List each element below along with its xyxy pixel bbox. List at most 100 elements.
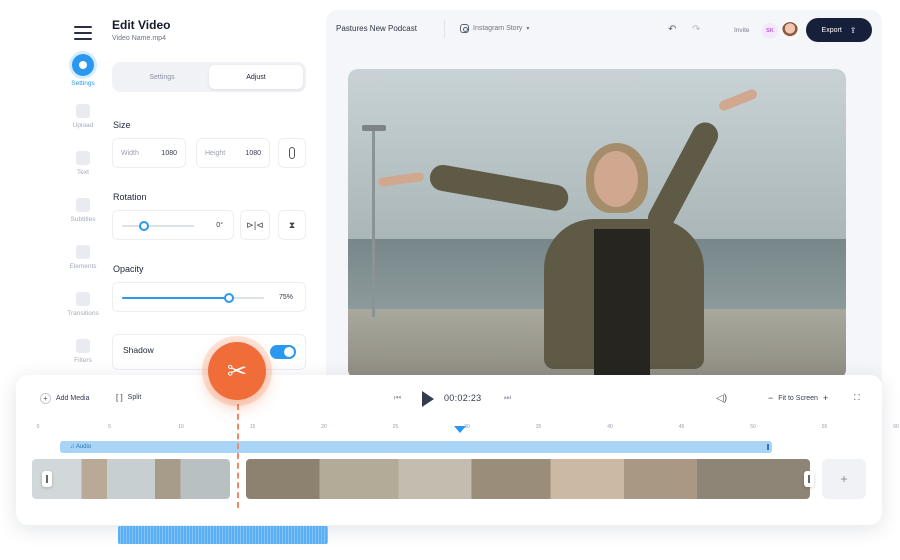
avatar[interactable] <box>781 21 799 39</box>
video-clip[interactable] <box>32 459 230 499</box>
width-value: 1080 <box>161 149 177 157</box>
play-icon[interactable] <box>422 391 434 407</box>
export-label: Export <box>821 26 842 34</box>
filters-icon <box>76 339 90 353</box>
rail-item-upload[interactable]: Upload <box>62 104 104 129</box>
timeline-ruler[interactable]: 0 5 10 15 20 25 30 35 40 45 50 55 60 <box>16 424 899 436</box>
subtitles-icon <box>76 198 90 212</box>
video-preview[interactable] <box>348 69 846 379</box>
audio-track-handle[interactable] <box>767 444 769 450</box>
video-track <box>32 459 814 499</box>
add-clip-button[interactable]: + <box>822 459 866 499</box>
audio-track[interactable]: ♫ Audio <box>60 441 772 453</box>
rail-item-filters[interactable]: Filters <box>62 339 104 364</box>
rail-item-text[interactable]: Text <box>62 151 104 176</box>
rail-item-settings[interactable]: Settings <box>62 54 104 87</box>
zoom-out-icon[interactable]: − <box>768 393 773 403</box>
format-dropdown[interactable]: Instagram Story ▾ <box>460 24 529 33</box>
ruler-tick: 50 <box>750 424 756 430</box>
rail-label: Text <box>77 169 89 176</box>
edit-panel: Edit Video Video Name.mp4 Settings Adjus… <box>112 18 312 388</box>
ruler-tick: 60 <box>893 424 899 430</box>
ruler-tick: 45 <box>678 424 685 430</box>
fullscreen-icon[interactable]: ⛶ <box>854 393 860 403</box>
menu-icon[interactable] <box>74 26 92 40</box>
shadow-toggle[interactable] <box>270 345 296 359</box>
rotation-slider[interactable] <box>122 221 194 231</box>
split-label: Split <box>127 394 142 401</box>
playhead[interactable] <box>454 426 466 433</box>
opacity-slider[interactable] <box>122 293 264 303</box>
photo-lamp-head <box>362 125 386 131</box>
zoom-in-icon[interactable]: + <box>823 393 828 403</box>
upload-icon <box>76 104 90 118</box>
ruler-tick: 5 <box>108 424 111 430</box>
rail-label: Upload <box>72 122 94 129</box>
photo-hand-right <box>717 87 759 113</box>
volume-icon[interactable]: ◁) <box>716 393 727 404</box>
skip-forward-icon[interactable]: ⏭ <box>504 393 511 403</box>
opacity-title: Opacity <box>113 264 144 274</box>
audio-label: ♫ Audio <box>70 444 92 450</box>
photo-shirt <box>594 229 650 379</box>
instagram-icon <box>460 24 469 33</box>
ruler-tick: 55 <box>821 424 828 430</box>
settings-icon <box>72 54 94 76</box>
rail-label: Subtitles <box>70 216 96 223</box>
flip-vertical-icon: ⧗ <box>288 219 296 230</box>
opacity-value: 75% <box>278 293 293 301</box>
tab-settings[interactable]: Settings <box>115 65 209 89</box>
project-name[interactable]: Pastures New Podcast <box>336 24 417 33</box>
width-field[interactable]: Width 1080 <box>112 138 186 168</box>
ruler-tick: 15 <box>249 424 256 430</box>
scissors-icon[interactable]: ✂ <box>208 342 266 400</box>
audio-waveform <box>118 526 328 544</box>
height-value: 1080 <box>245 149 261 157</box>
photo-face <box>594 151 638 207</box>
height-field[interactable]: Height 1080 <box>196 138 270 168</box>
cut-line <box>237 404 239 508</box>
redo-icon[interactable]: ↷ <box>692 24 700 35</box>
format-label: Instagram Story <box>473 25 523 32</box>
preview-area: Pastures New Podcast Instagram Story ▾ ↶… <box>326 10 882 390</box>
opacity-slider-knob[interactable] <box>223 293 234 303</box>
rail-item-elements[interactable]: Elements <box>62 245 104 270</box>
ruler-tick: 25 <box>392 424 399 430</box>
undo-icon[interactable]: ↶ <box>668 24 676 35</box>
flip-horizontal-button[interactable]: ⊳|⊲ <box>240 210 270 240</box>
video-clip[interactable] <box>246 459 810 499</box>
flip-horizontal-icon: ⊳|⊲ <box>246 219 264 230</box>
split-button[interactable]: [ ] Split <box>116 393 141 402</box>
rail-label: Filters <box>74 357 92 364</box>
lock-ratio-button[interactable] <box>278 138 306 168</box>
panel-title: Edit Video <box>112 18 171 32</box>
panel-tabs: Settings Adjust <box>112 62 306 92</box>
photo-arm-left <box>427 162 571 213</box>
shadow-title: Shadow <box>123 345 154 355</box>
add-media-button[interactable]: + Add Media <box>40 393 89 404</box>
trim-handle-left[interactable] <box>42 471 52 487</box>
split-icon: [ ] <box>116 393 123 402</box>
rail-item-subtitles[interactable]: Subtitles <box>62 198 104 223</box>
size-title: Size <box>113 120 131 130</box>
rotation-title: Rotation <box>113 192 147 202</box>
rail-item-transitions[interactable]: Transitions <box>62 292 104 317</box>
ruler-tick: 20 <box>321 424 327 430</box>
ruler-tick: 10 <box>178 424 184 430</box>
skip-back-icon[interactable]: ⏮ <box>394 393 401 403</box>
rotation-slider-knob[interactable] <box>138 221 149 231</box>
fit-to-screen-label[interactable]: Fit to Screen <box>778 395 818 402</box>
panel-subtitle: Video Name.mp4 <box>112 35 166 42</box>
export-button[interactable]: Export ⇪ <box>806 18 872 42</box>
video-editor-app: Settings Upload Text Subtitles Elements … <box>0 0 900 560</box>
text-icon <box>76 151 90 165</box>
invite-link[interactable]: Invite <box>734 27 750 34</box>
transitions-icon <box>76 292 90 306</box>
chevron-down-icon: ▾ <box>526 26 530 32</box>
tab-adjust[interactable]: Adjust <box>209 65 303 89</box>
add-media-label: Add Media <box>56 395 90 402</box>
trim-handle-right[interactable] <box>804 471 814 487</box>
zoom-control: − Fit to Screen + <box>768 393 828 403</box>
collaborator-badge[interactable]: SK <box>762 23 778 39</box>
flip-vertical-button[interactable]: ⧗ <box>278 210 306 240</box>
